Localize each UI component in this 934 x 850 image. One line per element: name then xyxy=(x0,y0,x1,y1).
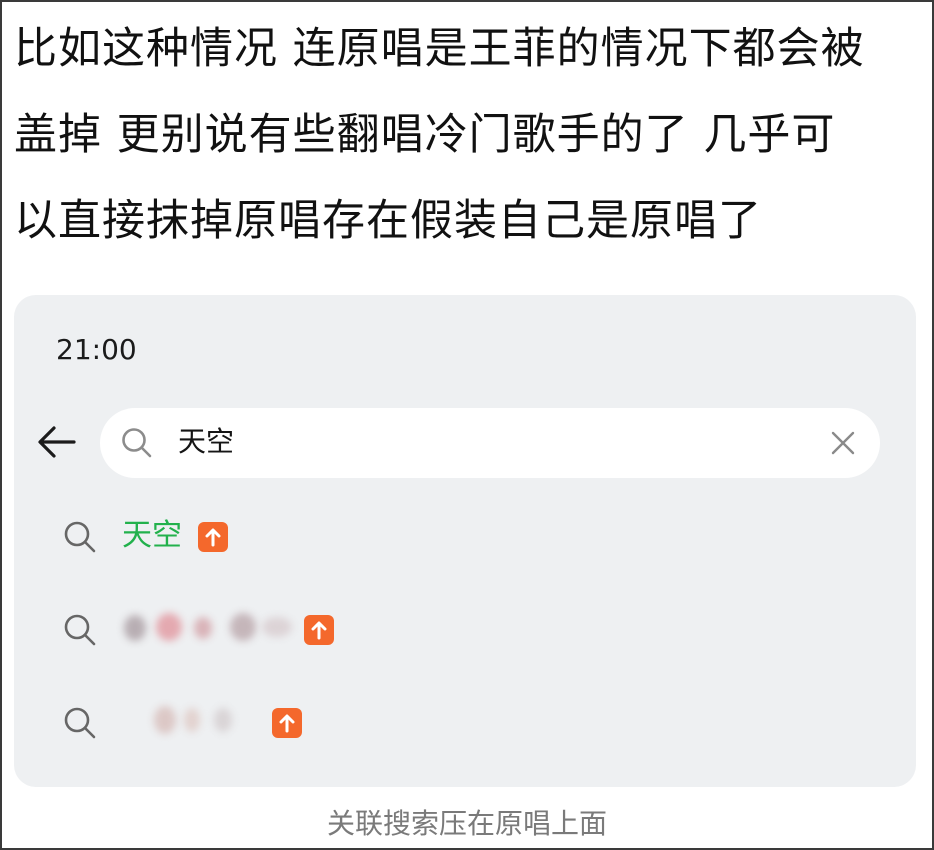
caption-text: 比如这种情况 连原唱是王菲的情况下都会被 盖掉 更别说有些翻唱冷门歌手的了 几乎… xyxy=(14,6,919,264)
trending-badge xyxy=(272,708,302,738)
search-icon xyxy=(64,521,96,553)
status-time: 21:00 xyxy=(56,333,137,366)
phone-screenshot: 21:00 天空 天空 xyxy=(14,295,916,787)
back-button[interactable] xyxy=(32,417,82,467)
search-icon xyxy=(64,707,96,739)
search-bar[interactable]: 天空 xyxy=(100,408,880,478)
close-icon[interactable] xyxy=(828,428,858,458)
caption-line-1: 比如这种情况 连原唱是王菲的情况下都会被 xyxy=(14,24,865,74)
arrow-up-icon xyxy=(205,528,221,547)
search-input[interactable]: 天空 xyxy=(178,422,234,462)
trending-badge xyxy=(304,615,334,645)
image-frame: 比如这种情况 连原唱是王菲的情况下都会被 盖掉 更别说有些翻唱冷门歌手的了 几乎… xyxy=(0,0,934,850)
suggestion-label: 天空 xyxy=(122,518,182,553)
suggestion-item[interactable] xyxy=(14,595,916,665)
caption-line-3: 以直接抹掉原唱存在假装自己是原唱了 xyxy=(14,196,762,246)
suggestion-item[interactable] xyxy=(14,688,916,758)
search-icon xyxy=(64,614,96,646)
trending-badge xyxy=(198,522,228,552)
caption-line-2: 盖掉 更别说有些翻唱冷门歌手的了 几乎可 xyxy=(14,110,836,160)
arrow-up-icon xyxy=(311,621,327,640)
search-icon xyxy=(122,428,152,458)
image-footnote: 关联搜索压在原唱上面 xyxy=(326,807,607,840)
arrow-up-icon xyxy=(279,714,295,733)
arrow-left-icon xyxy=(38,426,76,458)
suggestion-item[interactable]: 天空 xyxy=(14,502,916,572)
